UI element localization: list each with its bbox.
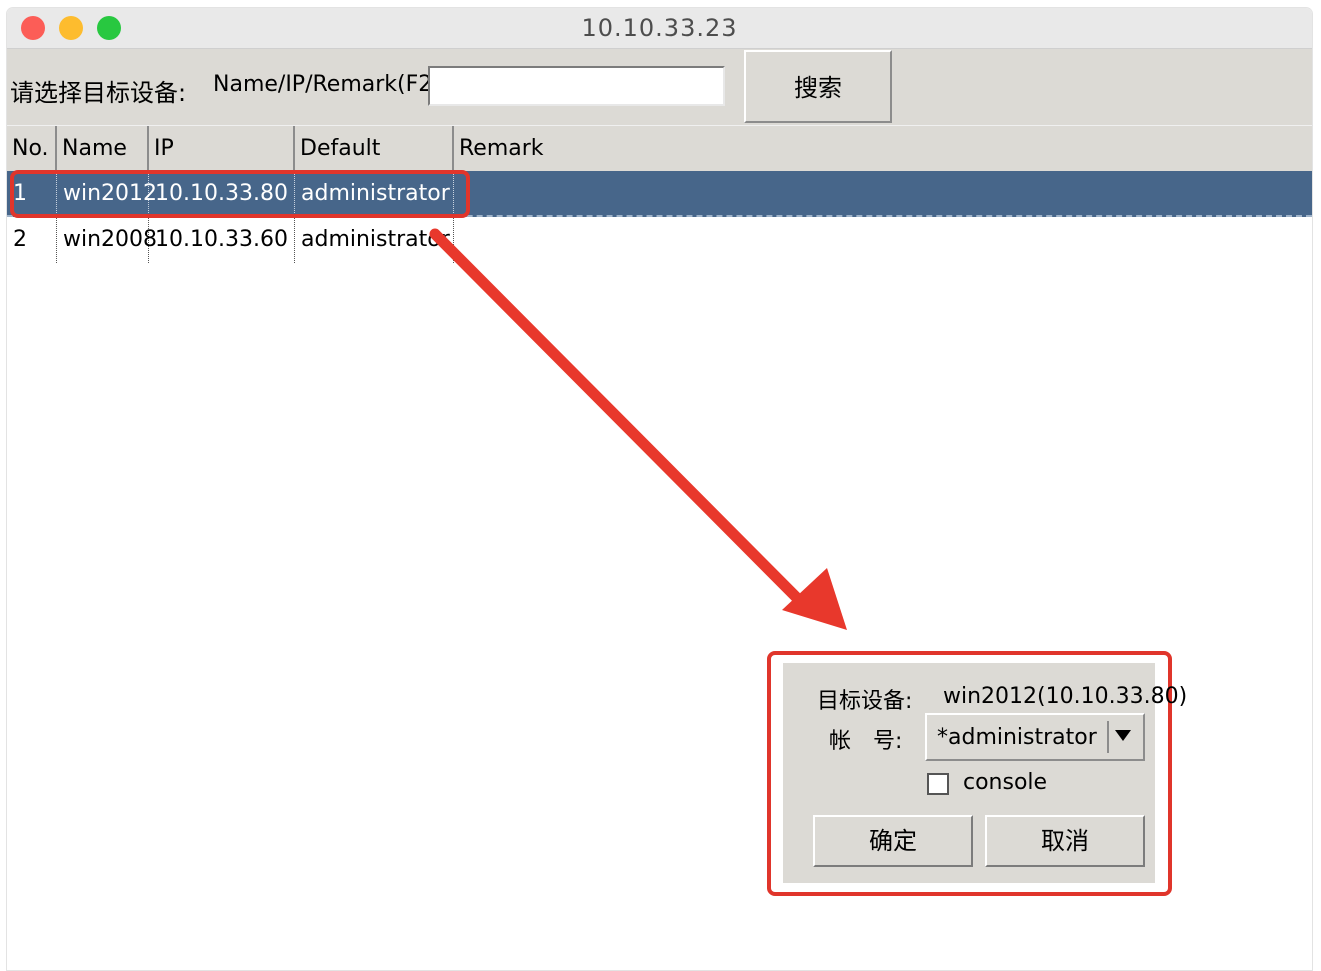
- account-dropdown[interactable]: *administrator: [925, 713, 1145, 761]
- chevron-down-icon[interactable]: [1107, 721, 1139, 753]
- confirm-button[interactable]: 确定: [813, 815, 973, 867]
- cancel-button[interactable]: 取消: [985, 815, 1145, 867]
- target-device-label: 目标设备:: [817, 689, 913, 714]
- account-label: 帐 号:: [829, 729, 903, 754]
- connect-dialog: 目标设备: win2012(10.10.33.80) 帐 号: *adminis…: [783, 663, 1187, 883]
- app-window: 10.10.33.23 请选择目标设备: Name/IP/Remark(F2) …: [7, 8, 1312, 970]
- console-checkbox-label[interactable]: console: [963, 770, 1047, 795]
- target-device-value: win2012(10.10.33.80): [943, 684, 1188, 709]
- account-dropdown-value: *administrator: [937, 725, 1097, 750]
- console-checkbox[interactable]: [927, 773, 949, 795]
